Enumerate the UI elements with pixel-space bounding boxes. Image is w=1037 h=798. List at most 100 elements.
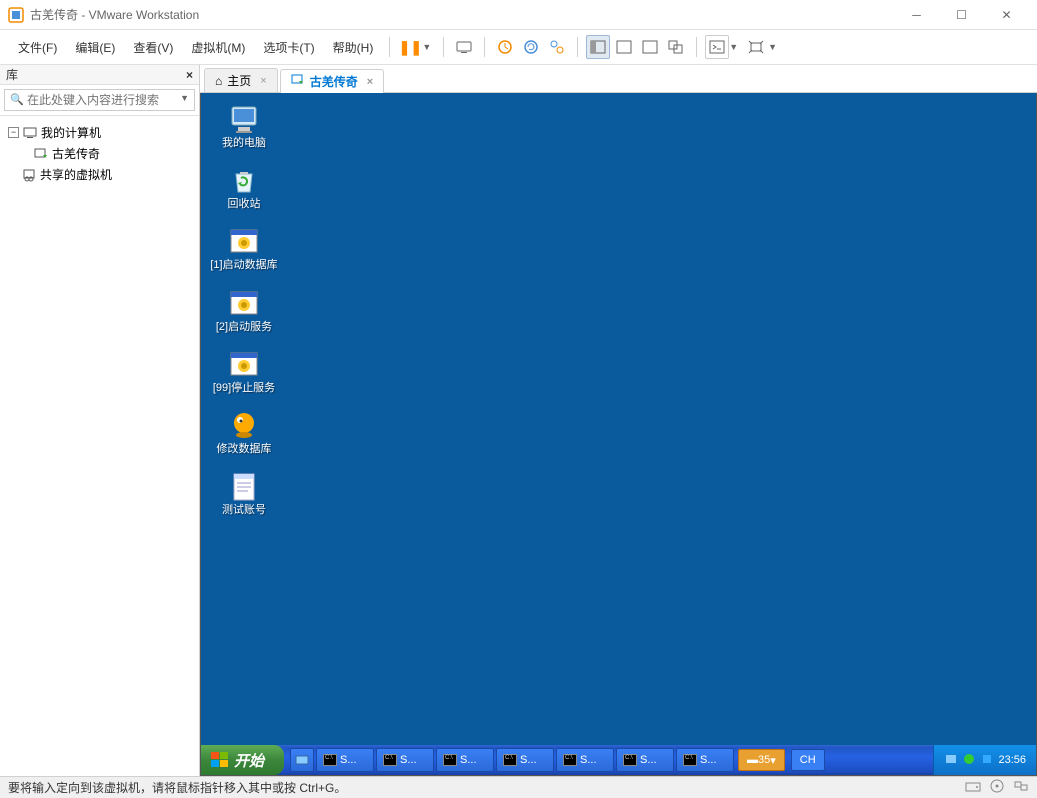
taskbar-item[interactable]: S... bbox=[556, 748, 614, 772]
library-title: 库 bbox=[6, 66, 18, 83]
quick-launch-item[interactable] bbox=[290, 748, 314, 772]
start-button[interactable]: 开始 bbox=[201, 745, 284, 775]
tab-active-vm[interactable]: 古羌传奇 × bbox=[280, 69, 384, 93]
cmd-icon bbox=[563, 754, 577, 766]
library-search: 🔍 ▼ bbox=[0, 85, 199, 116]
desktop-icon-stop-service[interactable]: [99]停止服务 bbox=[209, 348, 279, 395]
cmd-icon bbox=[683, 754, 697, 766]
library-tree: − 我的计算机 古羌传奇 共享的虚拟机 bbox=[0, 116, 199, 191]
tab-close-button[interactable]: × bbox=[260, 75, 266, 87]
task-label: S... bbox=[700, 754, 717, 766]
taskbar-item[interactable]: S... bbox=[316, 748, 374, 772]
taskbar-item[interactable]: S... bbox=[676, 748, 734, 772]
chevron-down-icon[interactable]: ▼ bbox=[729, 42, 738, 52]
task-label: S... bbox=[460, 754, 477, 766]
snapshot-take-button[interactable] bbox=[493, 35, 517, 59]
guest-desktop[interactable]: 我的电脑 回收站 [1]启动数据库 [2]启动服务 [99]停止服务 bbox=[200, 93, 1037, 776]
library-close-button[interactable]: × bbox=[186, 68, 193, 82]
desktop-icon-start-db[interactable]: [1]启动数据库 bbox=[209, 225, 279, 272]
icon-label: [1]启动数据库 bbox=[210, 259, 277, 272]
statusbar: 要将输入定向到该虚拟机，请将鼠标指针移入其中或按 Ctrl+G。 bbox=[0, 776, 1037, 798]
menu-edit[interactable]: 编辑(E) bbox=[67, 35, 123, 60]
tab-close-button[interactable]: × bbox=[367, 76, 373, 88]
status-devices bbox=[965, 779, 1029, 796]
device-hdd-icon[interactable] bbox=[965, 779, 981, 796]
view-console-button[interactable] bbox=[664, 35, 688, 59]
start-label: 开始 bbox=[234, 750, 264, 771]
separator bbox=[389, 37, 390, 57]
menu-help[interactable]: 帮助(H) bbox=[325, 35, 382, 60]
icon-label: [99]停止服务 bbox=[213, 382, 275, 395]
vm-tabs: ⌂ 主页 × 古羌传奇 × bbox=[200, 65, 1037, 93]
task-label: S... bbox=[580, 754, 597, 766]
desktop-icon-test-account[interactable]: 测试账号 bbox=[209, 470, 279, 517]
menu-view[interactable]: 查看(V) bbox=[125, 35, 181, 60]
clock[interactable]: 23:56 bbox=[998, 754, 1026, 766]
cmd-icon bbox=[323, 754, 337, 766]
tray-icon[interactable] bbox=[944, 752, 958, 769]
desktop-icon-modify-db[interactable]: 修改数据库 bbox=[209, 409, 279, 456]
computer-icon bbox=[23, 126, 37, 140]
search-input[interactable] bbox=[4, 89, 195, 111]
send-cad-button[interactable] bbox=[452, 35, 476, 59]
windows-logo-icon bbox=[211, 752, 229, 768]
tab-label: 主页 bbox=[227, 72, 251, 89]
icon-label: 回收站 bbox=[228, 198, 261, 211]
desktop-icon-recycle-bin[interactable]: 回收站 bbox=[209, 164, 279, 211]
fullscreen-button[interactable] bbox=[705, 35, 729, 59]
menu-vm[interactable]: 虚拟机(M) bbox=[183, 35, 253, 60]
tree-label: 古羌传奇 bbox=[52, 145, 100, 162]
search-icon: 🔍 bbox=[10, 93, 24, 106]
status-hint: 要将输入定向到该虚拟机，请将鼠标指针移入其中或按 Ctrl+G。 bbox=[8, 779, 346, 796]
device-net-icon[interactable] bbox=[1013, 779, 1029, 796]
tray-icon[interactable] bbox=[980, 752, 994, 769]
tree-item-vm[interactable]: 古羌传奇 bbox=[4, 143, 195, 164]
ime-indicator[interactable]: ▬ 35 ▾ bbox=[738, 749, 785, 771]
tree-label: 共享的虚拟机 bbox=[40, 166, 112, 183]
taskbar-item[interactable]: S... bbox=[616, 748, 674, 772]
device-cd-icon[interactable] bbox=[989, 779, 1005, 796]
snapshot-revert-button[interactable] bbox=[519, 35, 543, 59]
taskbar-item[interactable]: S... bbox=[496, 748, 554, 772]
tray-icon[interactable] bbox=[962, 752, 976, 769]
tab-home[interactable]: ⌂ 主页 × bbox=[204, 68, 278, 92]
desktop-icon-start-service[interactable]: [2]启动服务 bbox=[209, 287, 279, 334]
desktop-icon-my-computer[interactable]: 我的电脑 bbox=[209, 103, 279, 150]
task-label: S... bbox=[520, 754, 537, 766]
notepad-icon bbox=[228, 470, 260, 502]
tree-item-my-computer[interactable]: − 我的计算机 bbox=[4, 122, 195, 143]
main-area: 库 × 🔍 ▼ − 我的计算机 古羌传奇 共享的虚拟机 bbox=[0, 65, 1037, 776]
lang-label: CH bbox=[800, 754, 816, 766]
collapse-icon[interactable]: − bbox=[8, 127, 19, 138]
taskbar-item[interactable]: S... bbox=[376, 748, 434, 772]
view-unity-button[interactable] bbox=[638, 35, 662, 59]
maximize-button[interactable]: ☐ bbox=[939, 0, 984, 30]
chevron-down-icon[interactable]: ▼ bbox=[180, 93, 189, 103]
taskbar-item[interactable]: S... bbox=[436, 748, 494, 772]
close-button[interactable]: ✕ bbox=[984, 0, 1029, 30]
language-indicator[interactable]: CH bbox=[791, 749, 825, 771]
desktop-icons: 我的电脑 回收站 [1]启动数据库 [2]启动服务 [99]停止服务 bbox=[201, 93, 1036, 527]
suspend-button[interactable]: ❚❚ bbox=[398, 35, 422, 59]
separator bbox=[484, 37, 485, 57]
vm-running-icon bbox=[34, 147, 48, 161]
library-panel: 库 × 🔍 ▼ − 我的计算机 古羌传奇 共享的虚拟机 bbox=[0, 65, 200, 776]
minimize-button[interactable]: ─ bbox=[894, 0, 939, 30]
tree-item-shared[interactable]: 共享的虚拟机 bbox=[4, 164, 195, 185]
menu-tabs[interactable]: 选项卡(T) bbox=[255, 35, 322, 60]
chevron-down-icon[interactable]: ▼ bbox=[422, 42, 431, 52]
chevron-down-icon[interactable]: ▼ bbox=[768, 42, 777, 52]
stretch-button[interactable] bbox=[744, 35, 768, 59]
view-single-button[interactable] bbox=[586, 35, 610, 59]
navicat-icon bbox=[228, 409, 260, 441]
task-label: S... bbox=[340, 754, 357, 766]
icon-label: 修改数据库 bbox=[217, 443, 272, 456]
bat-icon bbox=[228, 348, 260, 380]
window-controls: ─ ☐ ✕ bbox=[894, 0, 1029, 30]
snapshot-manage-button[interactable] bbox=[545, 35, 569, 59]
cmd-icon bbox=[503, 754, 517, 766]
task-label: S... bbox=[640, 754, 657, 766]
view-quick-button[interactable] bbox=[612, 35, 636, 59]
tree-label: 我的计算机 bbox=[41, 124, 101, 141]
menu-file[interactable]: 文件(F) bbox=[10, 35, 65, 60]
